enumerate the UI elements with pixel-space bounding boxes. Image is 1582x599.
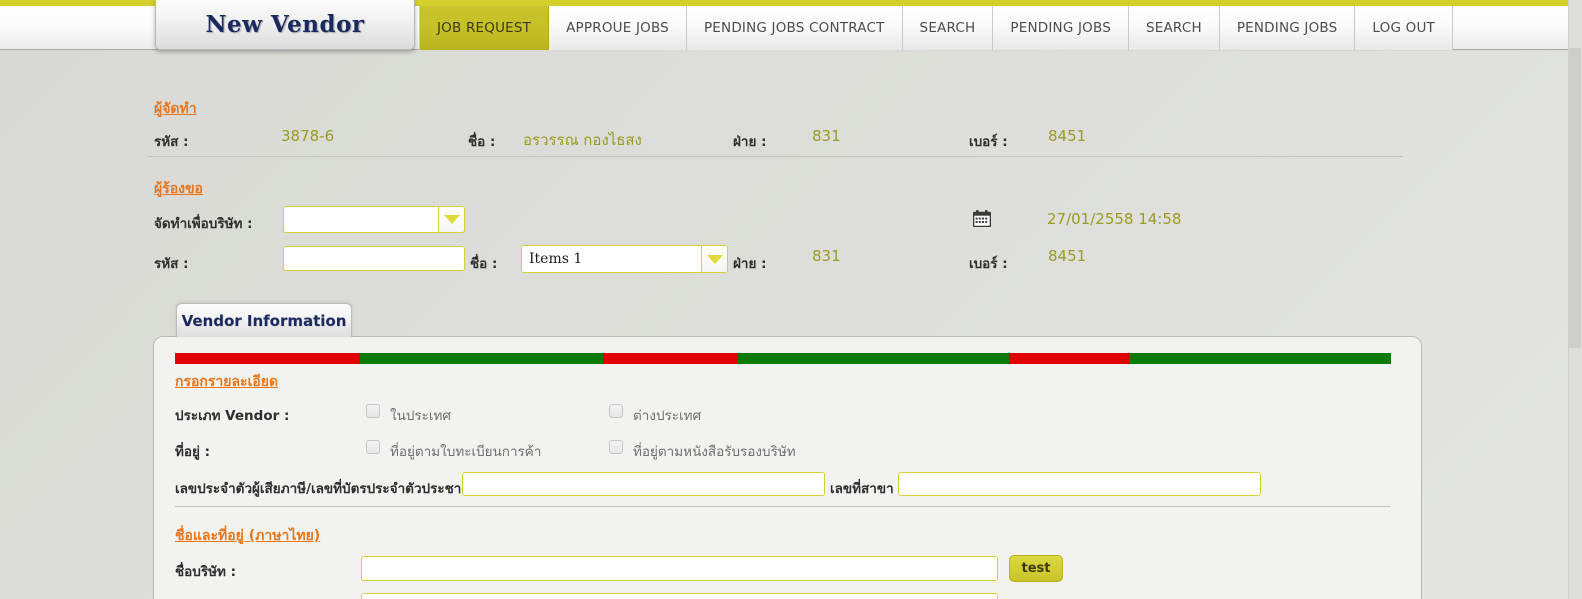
nav-item-pending-jobs-1[interactable]: PENDING JOBS — [993, 6, 1129, 50]
section-heading-preparer: ผู้จัดทำ — [154, 101, 197, 117]
tab-vendor-information-label: Vendor Information — [181, 311, 347, 330]
nav-label: PENDING JOBS — [1236, 20, 1338, 36]
select-requester-name-value: Items 1 — [529, 251, 583, 267]
input-branch-number[interactable] — [898, 472, 1261, 496]
label-requester-company: จัดทำเพื่อบริษัท : — [154, 216, 253, 232]
section-heading-requester: ผู้ร้องขอ — [154, 181, 203, 197]
value-preparer-dept: 831 — [812, 127, 841, 145]
input-company-address-thai[interactable] — [361, 593, 998, 599]
page-scrollbar-track[interactable] — [1568, 0, 1582, 599]
nav-label: SEARCH — [919, 20, 976, 36]
brand-logo-tab: New Vendor — [155, 0, 415, 50]
label-requester-name: ชื่อ : — [470, 256, 498, 272]
page-scrollbar-thumb[interactable] — [1569, 48, 1581, 348]
checkbox-vendor-type-domestic[interactable] — [366, 404, 380, 418]
tab-vendor-information[interactable]: Vendor Information — [176, 303, 352, 337]
status-progress-bar — [175, 353, 1391, 364]
status-segment — [175, 353, 360, 364]
value-requester-datetime: 27/01/2558 14:58 — [1047, 210, 1182, 228]
input-requester-code[interactable] — [283, 246, 465, 271]
label-requester-phone: เบอร์ : — [969, 256, 1008, 272]
value-preparer-phone: 8451 — [1048, 127, 1087, 145]
label-company-name-thai: ชื่อบริษัท : — [175, 564, 236, 580]
label-address-company-certificate: ที่อยู่ตามหนังสือรับรองบริษัท — [633, 444, 796, 460]
label-vendor-type-domestic: ในประเทศ — [390, 408, 451, 424]
nav-item-search-1[interactable]: SEARCH — [902, 6, 994, 50]
checkbox-vendor-type-foreign[interactable] — [609, 404, 623, 418]
input-company-name-thai[interactable] — [361, 556, 998, 581]
nav-item-log-out[interactable]: LOG OUT — [1355, 6, 1453, 50]
label-branch-number: เลขที่สาขา : — [830, 481, 904, 497]
nav-label: LOG OUT — [1372, 20, 1435, 36]
input-tax-id[interactable] — [462, 472, 825, 496]
value-preparer-name: อรวรรณ กองไธสง — [523, 131, 642, 149]
nav-label: PENDING JOBS — [1010, 20, 1111, 36]
status-segment — [360, 353, 603, 364]
value-requester-phone: 8451 — [1048, 247, 1087, 265]
label-vendor-type: ประเภท Vendor : — [175, 408, 290, 424]
nav-label: PENDING JOBS CONTRACT — [703, 20, 885, 36]
nav-item-pending-jobs-contract[interactable]: PENDING JOBS CONTRACT — [686, 6, 903, 50]
chevron-down-icon — [701, 246, 727, 272]
value-requester-dept: 831 — [812, 247, 841, 265]
chevron-down-icon — [438, 207, 464, 232]
value-preparer-code: 3878-6 — [281, 127, 335, 145]
status-segment — [738, 353, 1009, 364]
label-preparer-code: รหัส : — [154, 134, 189, 150]
brand-title: New Vendor — [205, 11, 365, 38]
label-address-trade-registration: ที่อยู่ตามใบทะเบียนการค้า — [390, 444, 542, 460]
calendar-icon[interactable] — [972, 210, 992, 228]
test-button[interactable]: test — [1009, 555, 1063, 582]
nav-item-pending-jobs-2[interactable]: PENDING JOBS — [1219, 6, 1356, 50]
label-tax-id: เลขประจำตัวผู้เสียภาษี/เลขที่บัตรประจำตั… — [175, 481, 490, 497]
nav-label: APPROUE JOBS — [566, 20, 669, 36]
nav-label: SEARCH — [1145, 20, 1202, 36]
main-navigation: JOB REQUEST APPROUE JOBS PENDING JOBS CO… — [419, 6, 1453, 50]
nav-item-search-2[interactable]: SEARCH — [1128, 6, 1220, 50]
status-segment — [1009, 353, 1129, 364]
divider-preparer — [148, 156, 1403, 157]
checkbox-address-company-certificate[interactable] — [609, 440, 623, 454]
status-segment — [1129, 353, 1391, 364]
label-address-type: ที่อยู่ : — [175, 444, 211, 460]
nav-item-job-request[interactable]: JOB REQUEST — [419, 6, 550, 50]
select-requester-company[interactable] — [283, 206, 465, 233]
section-heading-thai-address: ชื่อและที่อยู่ (ภาษาไทย) — [175, 528, 321, 544]
label-vendor-type-foreign: ต่างประเทศ — [633, 408, 702, 424]
label-requester-code: รหัส : — [154, 256, 189, 272]
select-requester-name[interactable]: Items 1 — [521, 245, 728, 273]
nav-item-approue-jobs[interactable]: APPROUE JOBS — [549, 6, 687, 50]
section-heading-details: กรอกรายละเอียด — [175, 374, 279, 390]
label-preparer-name: ชื่อ : — [468, 134, 496, 150]
status-segment — [603, 353, 738, 364]
checkbox-address-trade-registration[interactable] — [366, 440, 380, 454]
label-preparer-dept: ฝ่าย : — [733, 134, 767, 150]
label-preparer-phone: เบอร์ : — [969, 134, 1008, 150]
label-requester-dept: ฝ่าย : — [733, 256, 767, 272]
nav-label: JOB REQUEST — [437, 20, 532, 36]
